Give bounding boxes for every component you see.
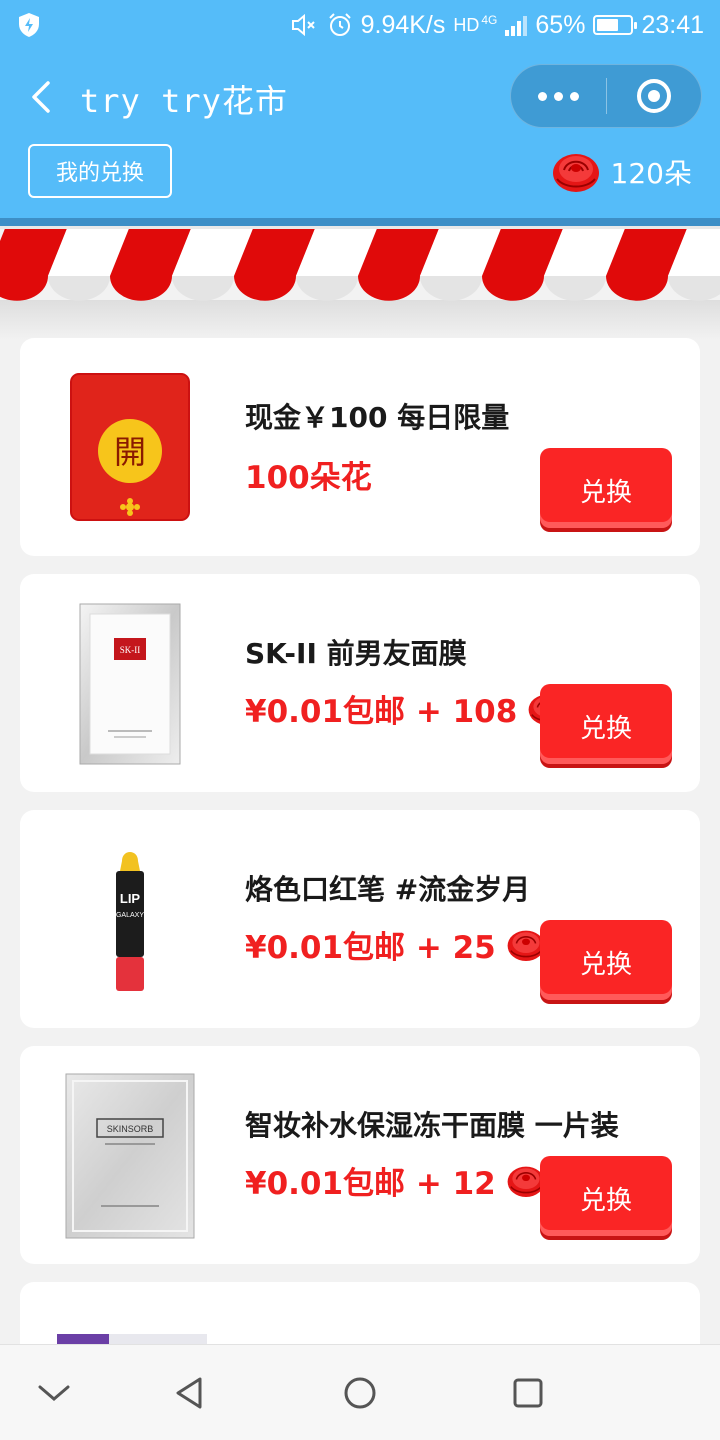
back-arrow-icon[interactable] <box>26 80 56 114</box>
price-text: ¥0.01包邮 + 108 <box>245 694 518 730</box>
network-type: 4G <box>481 13 498 27</box>
product-card: SK-II SK-II 前男友面膜 ¥0.01包邮 + 108 兑换 <box>20 574 700 792</box>
exchange-button[interactable]: 兑换 <box>540 1156 672 1236</box>
status-right: 9.94K/s HD 4G 65% 23:41 <box>291 8 704 42</box>
my-exchange-button[interactable]: 我的兑换 <box>28 144 172 198</box>
envelope-char: 開 <box>114 433 146 471</box>
product-name: 现金￥100 每日限量 <box>245 401 510 434</box>
awning-top-edge <box>0 226 720 229</box>
exchange-button[interactable]: 兑换 <box>540 448 672 528</box>
product-price: ¥0.01包邮 + 108 <box>245 686 567 731</box>
product-image: LIP GALAXY <box>60 840 200 1000</box>
home-circle-icon[interactable] <box>340 1373 380 1413</box>
system-nav-bar <box>0 1344 720 1440</box>
awning-scallop <box>48 276 110 301</box>
product-card: SKINSORB 智妆补水保湿冻干面膜 一片装 ¥0.01包邮 + 12 兑换 <box>20 1046 700 1264</box>
battery-icon <box>593 15 638 35</box>
awning-scallop <box>606 276 668 301</box>
product-card: LIP GALAXY 烙色口红笔 #流金岁月 ¥0.01包邮 + 25 兑换 <box>20 810 700 1028</box>
awning-scallop <box>172 276 234 301</box>
dot-icon <box>570 91 579 101</box>
awning-scallop <box>544 276 606 301</box>
signal-icon <box>505 14 528 36</box>
awning-scallop <box>110 276 172 301</box>
flower-balance: 120朵 <box>551 148 692 196</box>
miniprogram-capsule <box>510 64 702 128</box>
product-image-partial <box>57 1334 207 1344</box>
alarm-icon <box>328 13 351 36</box>
face-mask-skinsorb-icon: SKINSORB <box>65 1073 195 1239</box>
awning-scallop <box>234 276 296 301</box>
product-name: SK-II 前男友面膜 <box>245 637 467 670</box>
price-text: 100朵花 <box>245 460 372 496</box>
awning-scallop <box>482 276 544 301</box>
shop-awning <box>0 226 720 301</box>
battery-percent: 65% <box>535 10 586 39</box>
svg-text:SK-II: SK-II <box>120 645 141 655</box>
nav-bar: try try花市 我的兑换 120朵 <box>0 50 720 220</box>
svg-text:SKINSORB: SKINSORB <box>107 1124 154 1134</box>
product-image: SK-II <box>60 603 200 765</box>
product-card: 開 现金￥100 每日限量 100朵花 兑换 <box>20 338 700 556</box>
dot-icon <box>538 91 547 101</box>
header-bottom-strip <box>0 218 720 226</box>
exchange-label: 兑换 <box>579 477 632 508</box>
dot-icon <box>554 91 563 101</box>
product-price: ¥0.01包邮 + 25 <box>245 922 546 967</box>
product-price: ¥0.01包邮 + 12 <box>245 1158 546 1203</box>
exchange-label: 兑换 <box>579 713 632 744</box>
awning-scallop <box>296 276 358 301</box>
flower-count: 120朵 <box>610 157 692 190</box>
svg-text:LIP: LIP <box>120 891 141 906</box>
clock: 23:41 <box>641 10 704 39</box>
awning-scallop <box>358 276 420 301</box>
mute-icon <box>291 13 315 37</box>
svg-text:GALAXY: GALAXY <box>116 912 144 919</box>
page-title: try try花市 <box>80 82 288 120</box>
product-image: 開 <box>60 368 200 528</box>
back-triangle-icon[interactable] <box>170 1373 210 1413</box>
exchange-button[interactable]: 兑换 <box>540 684 672 764</box>
rose-icon <box>552 154 599 192</box>
net-speed: 9.94K/s <box>360 10 446 39</box>
face-mask-skii-icon: SK-II <box>79 603 181 765</box>
exchange-label: 兑换 <box>579 949 632 980</box>
target-icon <box>636 79 671 113</box>
product-name: 智妆补水保湿冻干面膜 一片装 <box>245 1109 619 1142</box>
awning-scallop <box>668 276 720 301</box>
price-text: ¥0.01包邮 + 25 <box>245 930 496 966</box>
hd-label: HD <box>453 14 480 35</box>
more-button[interactable] <box>511 64 606 128</box>
status-bar: 9.94K/s HD 4G 65% 23:41 <box>0 0 720 50</box>
chevron-down-icon[interactable] <box>34 1373 74 1413</box>
shield-icon <box>19 13 39 37</box>
awning-scallop <box>0 276 48 301</box>
red-envelope-icon: 開 <box>70 373 190 521</box>
recents-square-icon[interactable] <box>508 1373 548 1413</box>
exchange-button[interactable]: 兑换 <box>540 920 672 1000</box>
exchange-label: 兑换 <box>579 1185 632 1216</box>
product-price: 100朵花 <box>245 452 372 497</box>
price-text: ¥0.01包邮 + 12 <box>245 1166 496 1202</box>
awning-scallop <box>420 276 482 301</box>
product-image: SKINSORB <box>60 1073 200 1239</box>
product-name: 烙色口红笔 #流金岁月 <box>245 873 531 906</box>
lipstick-icon: LIP GALAXY <box>116 852 144 991</box>
close-miniprogram-button[interactable] <box>607 64 701 128</box>
